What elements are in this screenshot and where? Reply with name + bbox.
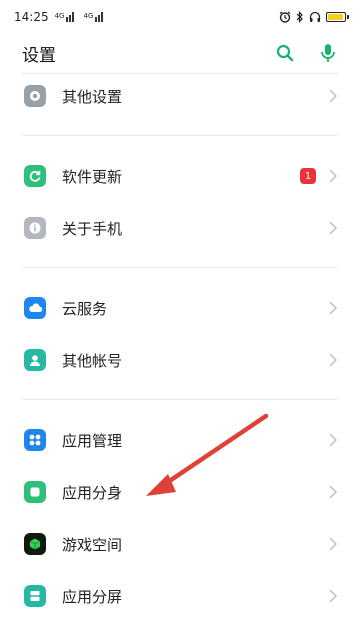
cloud-icon — [24, 297, 46, 319]
settings-item-software-update[interactable]: 软件更新 1 — [0, 150, 360, 202]
clock: 14:25 — [14, 10, 49, 24]
game-cube-icon — [24, 533, 46, 555]
section-divider — [22, 135, 338, 136]
settings-item-other-accounts[interactable]: 其他帐号 — [0, 334, 360, 386]
search-icon[interactable] — [276, 44, 294, 62]
user-icon — [24, 349, 46, 371]
header-actions — [276, 43, 336, 63]
signal-icon-sim1: 4G — [55, 12, 78, 22]
settings-item-app-clone[interactable]: 应用分身 — [0, 466, 360, 518]
settings-item-label: 应用分屏 — [62, 587, 123, 606]
chevron-right-icon — [329, 353, 338, 367]
chevron-right-icon — [329, 537, 338, 551]
chevron-right-icon — [329, 169, 338, 183]
settings-item-label: 软件更新 — [62, 167, 123, 186]
settings-item-split-screen[interactable]: 应用分屏 — [0, 570, 360, 622]
battery-level — [328, 14, 344, 20]
settings-item-label: 云服务 — [62, 299, 108, 318]
settings-item-label: 应用管理 — [62, 431, 123, 450]
chevron-right-icon — [329, 89, 338, 103]
update-count-badge: 1 — [300, 168, 316, 184]
chevron-right-icon — [329, 589, 338, 603]
settings-item-about-phone[interactable]: 关于手机 — [0, 202, 360, 254]
info-icon — [24, 217, 46, 239]
battery-icon — [326, 12, 349, 22]
chevron-right-icon — [329, 433, 338, 447]
chevron-right-icon — [329, 301, 338, 315]
update-icon — [24, 165, 46, 187]
settings-item-label: 其他帐号 — [62, 351, 123, 370]
settings-item-game-space[interactable]: 游戏空间 — [0, 518, 360, 570]
status-left: 14:25 4G 4G — [14, 10, 106, 24]
gear-icon — [24, 85, 46, 107]
section-divider — [22, 267, 338, 268]
split-screen-icon — [24, 585, 46, 607]
headphones-icon — [309, 11, 321, 22]
header: 设置 — [0, 34, 360, 72]
section-divider — [22, 399, 338, 400]
status-right — [279, 11, 349, 23]
app-clone-icon — [24, 481, 46, 503]
settings-item-label: 关于手机 — [62, 219, 123, 238]
settings-item-label: 应用分身 — [62, 483, 123, 502]
chevron-right-icon — [329, 485, 338, 499]
settings-item-label: 游戏空间 — [62, 535, 123, 554]
status-bar: 14:25 4G 4G — [0, 0, 360, 34]
chevron-right-icon — [329, 221, 338, 235]
alarm-icon — [279, 11, 291, 23]
settings-item-app-management[interactable]: 应用管理 — [0, 414, 360, 466]
network-type-sim2: 4G — [83, 12, 94, 20]
signal-icon-sim2: 4G — [83, 12, 106, 22]
microphone-icon[interactable] — [320, 43, 336, 63]
settings-item-other-settings[interactable]: 其他设置 — [0, 70, 360, 122]
bluetooth-icon — [296, 11, 303, 23]
network-type-sim1: 4G — [54, 12, 65, 20]
settings-item-label: 其他设置 — [62, 87, 123, 106]
apps-grid-icon — [24, 429, 46, 451]
settings-item-cloud-service[interactable]: 云服务 — [0, 282, 360, 334]
page-title: 设置 — [22, 45, 56, 66]
